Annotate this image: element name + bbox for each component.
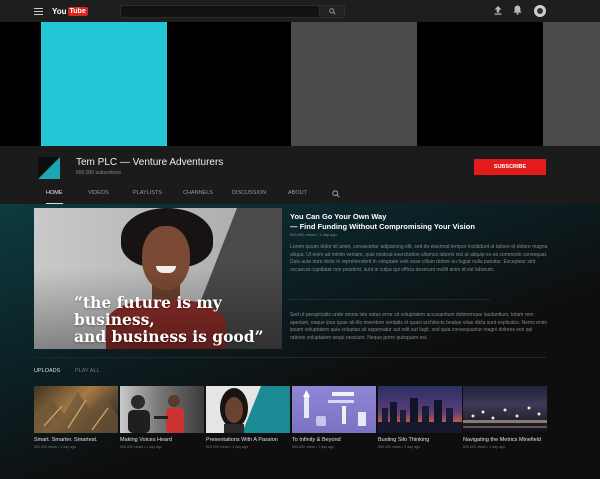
banner-cyan-panel [41,22,167,146]
logo-tube-text: Tube [67,6,88,16]
thumbnail-art-5 [378,398,462,433]
channel-title: Tem PLC — Venture Adventurers [76,157,224,168]
tab-home[interactable]: HOME [46,186,63,204]
featured-video-title[interactable]: You Can Go Your Own Way — Find Funding W… [290,212,560,232]
account-avatar[interactable] [534,5,546,17]
video-card[interactable]: Making Voices Heard 500,000 views • 1 da… [120,386,204,449]
video-meta: 500,000 views • 1 day ago [206,445,249,449]
youtube-logo[interactable]: You Tube [52,6,88,16]
featured-description-1: Lorem ipsum dolor sit amet, consectetur … [290,244,548,273]
tab-about[interactable]: ABOUT [288,186,307,204]
featured-title-line1: You Can Go Your Own Way [290,212,387,221]
uploads-heading[interactable]: UPLOADS [34,368,60,374]
video-card[interactable]: Busting Silo Thinking 500,000 views • 1 … [378,386,462,449]
search-icon [329,8,336,15]
banner-gray-panel [291,22,417,146]
featured-video-meta: 500,000 views • 1 day ago [290,232,337,237]
video-card[interactable]: Navigating the Metrics Minefield 500,000… [463,386,547,449]
thumbnail-art-6 [463,406,547,428]
search-input[interactable] [121,6,321,17]
tab-playlists[interactable]: PLAYLISTS [133,186,162,204]
tab-discussion[interactable]: DISCUSSION [232,186,266,204]
video-title[interactable]: Navigating the Metrics Minefield [463,437,553,443]
video-title[interactable]: Presentations With A Passion [206,437,296,443]
description-divider [290,299,490,300]
channel-banner [0,22,600,146]
top-bar: You Tube [0,0,600,22]
video-card[interactable]: To Infinity & Beyond 500,000 views • 1 d… [292,386,376,449]
section-divider [34,357,546,358]
tab-videos[interactable]: VIDEOS [88,186,109,204]
video-meta: 500,000 views • 1 day ago [34,445,77,449]
video-thumbnail[interactable] [292,386,376,433]
search-box [120,5,345,18]
logo-you-text: You [52,6,67,16]
thumbnail-art-1 [34,392,118,433]
video-meta: 500,000 views • 1 day ago [120,445,163,449]
video-thumbnail[interactable] [378,386,462,433]
video-card[interactable]: Presentations With A Passion 500,000 vie… [206,386,290,449]
thumbnail-art-2 [128,395,184,433]
upload-icon[interactable] [494,6,502,15]
video-title[interactable]: Making Voices Heard [120,437,210,443]
subscribe-button[interactable]: SUBSCRIBE [474,159,546,175]
video-meta: 500,000 views • 1 day ago [463,445,506,449]
featured-quote: “the future is my business, and business… [74,294,282,345]
video-card[interactable]: Smart. Smarter. Smartest. 500,000 views … [34,386,118,449]
banner-gray-panel-right [543,22,600,146]
video-thumbnail[interactable] [34,386,118,433]
notification-bell-icon[interactable] [513,5,522,15]
featured-description-2: Sed ut perspiciatis unde omnis iste natu… [290,312,548,341]
menu-icon[interactable] [34,8,43,15]
video-thumbnail[interactable] [463,386,547,433]
video-thumbnail[interactable] [206,386,290,433]
play-all-link[interactable]: PLAY ALL [75,368,100,374]
search-button[interactable] [319,6,344,17]
video-meta: 500,000 views • 1 day ago [292,445,335,449]
video-title[interactable]: Smart. Smarter. Smartest. [34,437,124,443]
featured-title-line2: — Find Funding Without Compromising Your… [290,222,475,231]
video-title[interactable]: Busting Silo Thinking [378,437,468,443]
channel-tabs: HOME VIDEOS PLAYLISTS CHANNELS DISCUSSIO… [0,186,600,204]
video-meta: 500,000 views • 1 day ago [378,445,421,449]
thumbnail-art-3 [206,386,290,433]
channel-logo[interactable] [38,157,60,179]
featured-quote-line2: and business is good” [74,327,264,346]
subscriber-count: 500,000 subscribers [76,170,122,176]
featured-quote-line1: “the future is my business, [74,293,222,329]
tab-channels[interactable]: CHANNELS [183,186,213,204]
thumbnail-art-4 [303,390,366,426]
video-title[interactable]: To Infinity & Beyond [292,437,382,443]
video-thumbnail[interactable] [120,386,204,433]
channel-search-icon[interactable] [332,190,340,198]
featured-video-thumbnail[interactable]: “the future is my business, and business… [34,208,282,349]
